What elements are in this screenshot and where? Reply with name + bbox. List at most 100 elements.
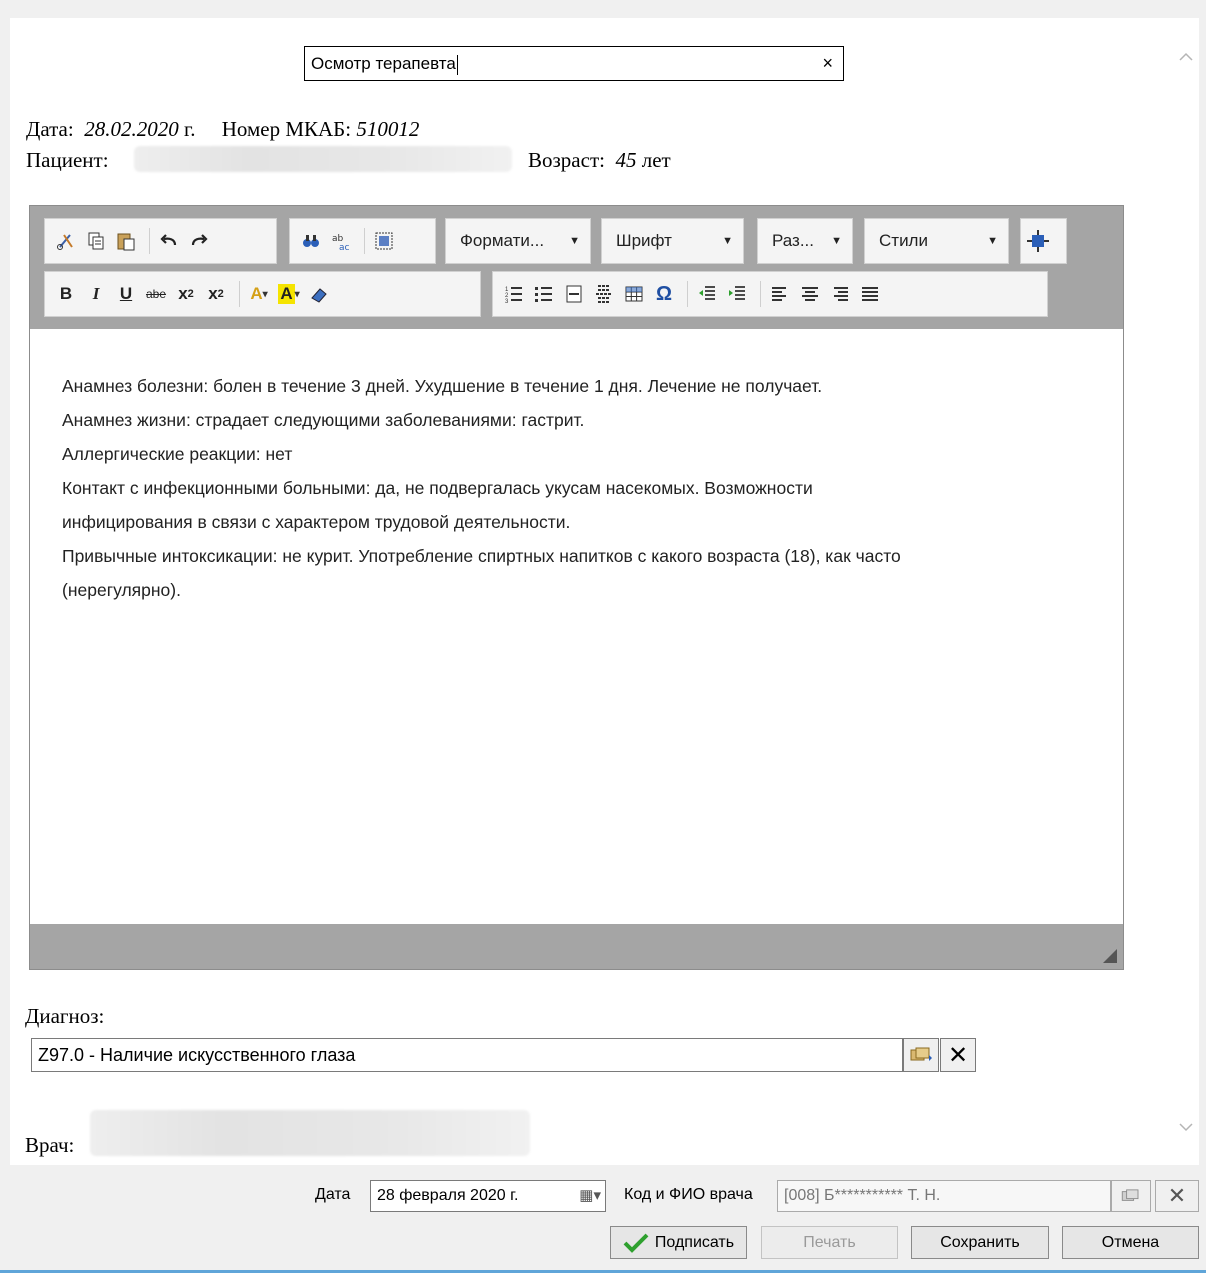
bold-button[interactable]: B [53, 279, 79, 309]
toolbar-separator [364, 228, 365, 254]
diagnosis-lookup-button[interactable] [903, 1038, 939, 1072]
align-center-icon[interactable] [797, 279, 823, 309]
doctor-name-redacted [90, 1110, 530, 1156]
date-label: Дата: [26, 117, 74, 141]
diagnosis-clear-button[interactable]: ✕ [940, 1038, 976, 1072]
italic-button[interactable]: I [83, 279, 109, 309]
format-dropdown-label: Формати... [460, 231, 545, 250]
outdent-icon[interactable] [694, 279, 720, 309]
undo-icon[interactable] [156, 226, 182, 256]
chevron-down-icon: ▼ [831, 235, 842, 247]
date-picker-field[interactable]: 28 февраля 2020 г. ▦▾ [370, 1180, 606, 1212]
print-button[interactable]: Печать [761, 1226, 898, 1259]
size-dropdown-label: Раз... [772, 231, 815, 250]
editor-line: Анамнез жизни: страдает следующими забол… [62, 410, 585, 430]
doctor-code-label: Код и ФИО врача [624, 1186, 753, 1203]
rich-text-editor: ab ac Формати... ▼ Шрифт ▼ Раз... ▼ Стили ▼ [29, 205, 1124, 970]
print-button-label: Печать [803, 1233, 856, 1251]
special-char-button[interactable]: Ω [651, 279, 677, 309]
toolbar-separator [687, 281, 688, 307]
editor-line: Анамнез болезни: болен в течение 3 дней.… [62, 376, 823, 396]
document-title-input[interactable]: Осмотр терапевта × [304, 46, 844, 81]
bottom-date-label: Дата [315, 1186, 351, 1203]
mkab-value: 510012 [356, 117, 420, 141]
strikethrough-button[interactable]: abe [143, 279, 169, 309]
maximize-editor-icon[interactable] [1025, 226, 1051, 256]
scroll-down-icon[interactable] [1177, 1118, 1195, 1136]
subscript-button[interactable]: x2 [173, 279, 199, 309]
toolbar-separator [149, 228, 150, 254]
align-left-icon[interactable] [767, 279, 793, 309]
age-line: Возраст: 45 лет [528, 148, 671, 173]
paste-icon[interactable] [113, 226, 139, 256]
sign-button-label: Подписать [654, 1233, 735, 1251]
document-header-line1: Дата: 28.02.2020 г. Номер МКАБ: 510012 [26, 117, 419, 142]
align-justify-icon[interactable] [857, 279, 883, 309]
chevron-down-icon: ▼ [569, 235, 580, 247]
select-all-icon[interactable] [371, 226, 397, 256]
close-icon: ✕ [1167, 1183, 1187, 1208]
page-break-icon[interactable] [591, 279, 617, 309]
editor-line: Привычные интоксикации: не курит. Употре… [62, 546, 901, 566]
text-caret [456, 54, 458, 75]
numbered-list-icon[interactable]: 123 [501, 279, 527, 309]
cut-icon[interactable] [53, 226, 79, 256]
chevron-down-icon: ▼ [722, 235, 733, 247]
redo-icon[interactable] [186, 226, 212, 256]
mkab-label: Номер МКАБ: [221, 117, 352, 141]
age-label: Возраст: [528, 148, 605, 172]
font-dropdown[interactable]: Шрифт ▼ [601, 218, 744, 264]
superscript-button[interactable]: x2 [203, 279, 229, 309]
styles-dropdown-label: Стили [879, 231, 928, 250]
age-unit: лет [641, 148, 671, 172]
replace-icon[interactable]: ab ac [328, 226, 354, 256]
superscript-base: x [208, 284, 218, 303]
title-clear-icon[interactable]: × [822, 47, 833, 80]
indent-icon[interactable] [724, 279, 750, 309]
svg-text:3: 3 [505, 299, 509, 304]
bullet-list-icon[interactable] [531, 279, 557, 309]
svg-text:ac: ac [339, 243, 350, 251]
vertical-scrollbar[interactable] [1173, 18, 1199, 1165]
find-group: ab ac [289, 218, 436, 264]
text-color-button[interactable]: A ▾ [246, 279, 272, 309]
close-icon: ✕ [947, 1041, 969, 1069]
doctor-clear-button[interactable]: ✕ [1155, 1180, 1199, 1212]
save-button[interactable]: Сохранить [911, 1226, 1049, 1259]
diagnosis-value: Z97.0 - Наличие искусственного глаза [38, 1045, 356, 1065]
scroll-up-icon[interactable] [1177, 48, 1195, 66]
doctor-lookup-button[interactable] [1111, 1180, 1151, 1212]
styles-dropdown[interactable]: Стили ▼ [864, 218, 1009, 264]
patient-name-redacted [134, 146, 512, 172]
find-icon[interactable] [298, 226, 324, 256]
copy-icon[interactable] [83, 226, 109, 256]
paragraph-group: 123 Ω [492, 271, 1048, 317]
size-dropdown[interactable]: Раз... ▼ [757, 218, 853, 264]
format-dropdown[interactable]: Формати... ▼ [445, 218, 591, 264]
doctor-label: Врач: [25, 1133, 75, 1157]
editor-content[interactable]: Анамнез болезни: болен в течение 3 дней.… [62, 369, 1083, 607]
clipboard-history-group [44, 218, 277, 264]
resize-grip-icon[interactable] [1103, 949, 1117, 963]
calendar-icon[interactable]: ▦▾ [579, 1181, 601, 1211]
chevron-down-icon: ▼ [987, 235, 998, 247]
date-picker-value: 28 февраля 2020 г. [377, 1187, 519, 1204]
diagnosis-field[interactable]: Z97.0 - Наличие искусственного глаза [31, 1038, 903, 1072]
eraser-icon[interactable] [306, 279, 332, 309]
cancel-button-label: Отмена [1101, 1233, 1160, 1251]
editor-line: (нерегулярно). [62, 580, 181, 600]
document-title-text: Осмотр терапевта [311, 54, 456, 73]
doctor-code-field[interactable]: [008] Б*********** Т. Н. [777, 1180, 1111, 1212]
table-icon[interactable] [621, 279, 647, 309]
sign-button[interactable]: Подписать [610, 1226, 747, 1259]
bg-color-label: A [278, 284, 295, 304]
lookup-icon [910, 1047, 932, 1061]
horizontal-rule-icon[interactable] [561, 279, 587, 309]
align-right-icon[interactable] [827, 279, 853, 309]
underline-button[interactable]: U [113, 279, 139, 309]
bg-color-button[interactable]: A ▾ [276, 279, 302, 309]
date-value: 28.02.2020 [84, 117, 179, 141]
document-header-line2: Пациент: [26, 148, 109, 173]
cancel-button[interactable]: Отмена [1062, 1226, 1199, 1259]
bottom-panel: Дата 28 февраля 2020 г. ▦▾ Код и ФИО вра… [0, 1165, 1206, 1273]
